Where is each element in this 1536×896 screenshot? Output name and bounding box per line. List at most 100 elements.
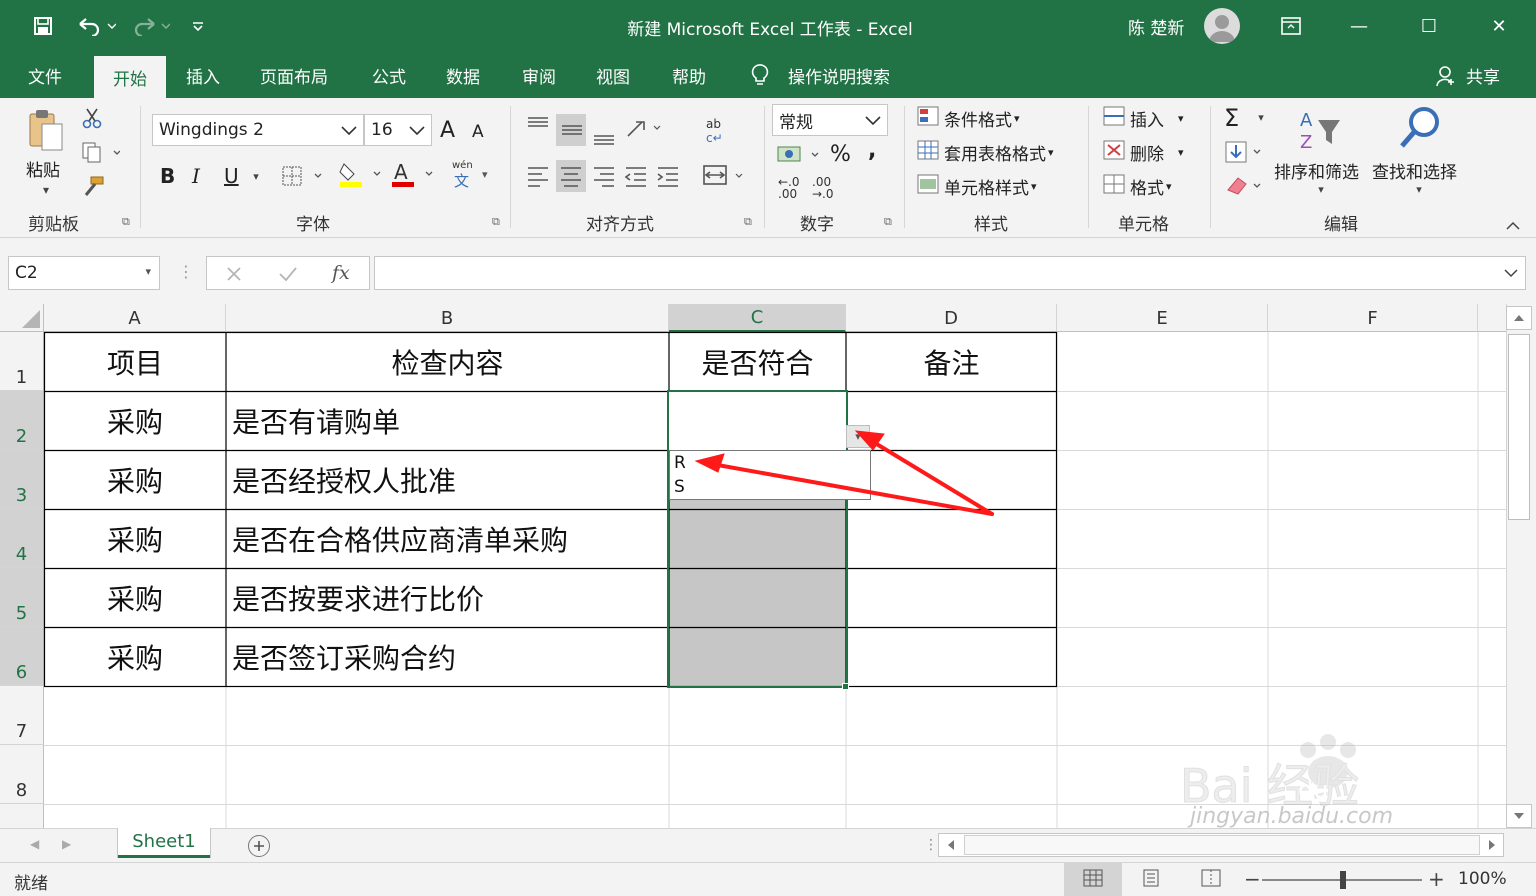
tab-file[interactable]: 文件 [12, 52, 78, 98]
page-break-view-button[interactable] [1194, 869, 1228, 891]
autosum-dropdown-icon[interactable]: ▾ [1254, 110, 1268, 124]
paste-button[interactable]: 粘贴 [26, 156, 60, 181]
underline-dropdown-icon[interactable]: ▾ [248, 166, 264, 186]
fill-color-icon[interactable] [338, 160, 384, 190]
zoom-in-button[interactable]: + [1428, 867, 1445, 891]
tab-page-layout[interactable]: 页面布局 [244, 52, 344, 98]
grow-font-button[interactable]: A [440, 118, 455, 143]
restore-button[interactable]: ☐ [1406, 0, 1452, 52]
normal-view-button[interactable] [1064, 863, 1122, 896]
page-layout-view-button[interactable] [1134, 869, 1168, 891]
comma-button[interactable]: , [868, 138, 876, 163]
paste-dropdown-icon[interactable]: ▾ [36, 182, 56, 198]
add-sheet-button[interactable] [248, 835, 270, 857]
clear-icon[interactable] [1224, 174, 1268, 198]
horizontal-scroll-thumb[interactable] [964, 835, 1480, 855]
cell-styles-button[interactable]: 单元格样式 ▾ [916, 174, 1037, 199]
underline-button[interactable]: U [224, 164, 239, 188]
find-select-icon[interactable] [1394, 104, 1444, 154]
sort-filter-icon[interactable]: AZ [1296, 106, 1344, 154]
autosum-button[interactable]: Σ [1224, 104, 1239, 132]
close-button[interactable]: ✕ [1476, 0, 1522, 52]
cut-icon[interactable] [80, 106, 104, 130]
user-name[interactable]: 陈 楚新 [1128, 14, 1184, 39]
group-label-alignment: 对齐方式 [586, 215, 654, 235]
italic-button[interactable]: I [192, 164, 200, 188]
svg-text:Z: Z [1300, 132, 1312, 153]
cell-styles-label: 单元格样式 [944, 178, 1029, 199]
copy-icon[interactable] [78, 140, 122, 164]
sheet-nav-prev-icon[interactable]: ◀ [30, 837, 39, 851]
customize-icon[interactable] [186, 14, 210, 38]
scroll-down-button[interactable] [1506, 804, 1532, 828]
tab-view[interactable]: 视图 [580, 52, 646, 98]
redo-icon[interactable] [128, 14, 172, 38]
font-color-icon[interactable]: A [390, 160, 436, 190]
number-launcher-icon[interactable]: ⧉ [884, 216, 896, 228]
clipboard-launcher-icon[interactable]: ⧉ [122, 216, 134, 228]
decrease-decimal-label: .00 →.0 [812, 175, 834, 201]
name-box[interactable]: C2 ▾ [8, 256, 160, 290]
format-painter-icon[interactable] [80, 174, 106, 200]
confirm-entry-icon[interactable] [276, 262, 300, 286]
bold-button[interactable]: B [160, 164, 175, 188]
sort-filter-dropdown-icon[interactable]: ▾ [1314, 182, 1328, 196]
save-icon[interactable] [30, 14, 56, 38]
font-size-select[interactable]: 16 [364, 114, 432, 146]
tell-me-search[interactable]: 操作说明搜索 [772, 52, 906, 98]
accounting-format-icon[interactable] [776, 142, 824, 168]
insert-function-button[interactable]: fx [332, 262, 350, 284]
format-cells-button[interactable]: 格式 ▾ [1102, 174, 1172, 199]
find-select-dropdown-icon[interactable]: ▾ [1412, 182, 1426, 196]
minimize-button[interactable]: — [1336, 0, 1382, 52]
shrink-font-button[interactable]: A [472, 122, 484, 142]
percent-button[interactable]: % [830, 142, 851, 167]
tab-help[interactable]: 帮助 [656, 52, 722, 98]
scroll-up-button[interactable] [1506, 306, 1532, 330]
avatar[interactable] [1204, 8, 1240, 44]
tab-review[interactable]: 审阅 [506, 52, 572, 98]
alignment-launcher-icon[interactable]: ⧉ [744, 216, 756, 228]
font-name-select[interactable]: Wingdings 2 [152, 114, 364, 146]
sort-filter-button[interactable]: 排序和筛选 [1274, 158, 1359, 183]
expand-formula-bar-icon[interactable] [1503, 265, 1519, 284]
status-ready: 就绪 [14, 874, 48, 894]
fill-icon[interactable] [1224, 140, 1268, 164]
collapse-ribbon-icon[interactable] [1502, 218, 1524, 234]
share-button[interactable]: 共享 [1450, 52, 1516, 98]
zoom-level[interactable]: 100% [1458, 869, 1507, 889]
formula-input[interactable] [374, 256, 1526, 290]
separator [1088, 106, 1089, 228]
zoom-out-button[interactable]: − [1244, 867, 1261, 891]
zoom-slider-thumb[interactable] [1340, 871, 1346, 889]
font-launcher-icon[interactable]: ⧉ [492, 216, 504, 228]
find-select-button[interactable]: 查找和选择 [1372, 158, 1457, 183]
chevron-down-icon: ▾ [1014, 111, 1020, 125]
sheet-nav-next-icon[interactable]: ▶ [62, 837, 71, 851]
group-label-styles: 样式 [974, 215, 1008, 235]
phonetic-guide-button[interactable]: wén 文 ▾ [450, 160, 500, 190]
scroll-left-button[interactable] [940, 835, 962, 855]
increase-decimal-button[interactable]: ←.0.00 [778, 176, 800, 200]
cancel-entry-icon[interactable] [222, 262, 246, 286]
number-format-select[interactable]: 常规 [772, 104, 888, 136]
tab-insert[interactable]: 插入 [170, 52, 236, 98]
sheet-tab-sheet1[interactable]: Sheet1 [118, 828, 210, 858]
tab-data[interactable]: 数据 [430, 52, 496, 98]
ribbon-display-icon[interactable] [1268, 0, 1314, 52]
paste-icon[interactable] [24, 108, 68, 154]
decrease-decimal-button[interactable]: .00 →.0 [812, 176, 834, 200]
vertical-scroll-thumb[interactable] [1508, 334, 1530, 520]
delete-cells-button[interactable]: 删除 ▾ [1102, 140, 1184, 165]
undo-icon[interactable] [74, 14, 118, 38]
watermark-url: jingyan.baidu.com [1190, 804, 1394, 828]
tab-split-handle[interactable]: ⋮ [924, 837, 938, 853]
tab-formulas[interactable]: 公式 [356, 52, 422, 98]
conditional-formatting-button[interactable]: 条件格式 ▾ [916, 106, 1020, 131]
chevron-down-icon [339, 121, 359, 144]
tab-home[interactable]: 开始 [94, 56, 166, 98]
scroll-right-button[interactable] [1482, 835, 1502, 855]
format-as-table-button[interactable]: 套用表格格式 ▾ [916, 140, 1054, 165]
border-icon[interactable] [280, 162, 326, 190]
insert-cells-button[interactable]: 插入 ▾ [1102, 106, 1184, 131]
